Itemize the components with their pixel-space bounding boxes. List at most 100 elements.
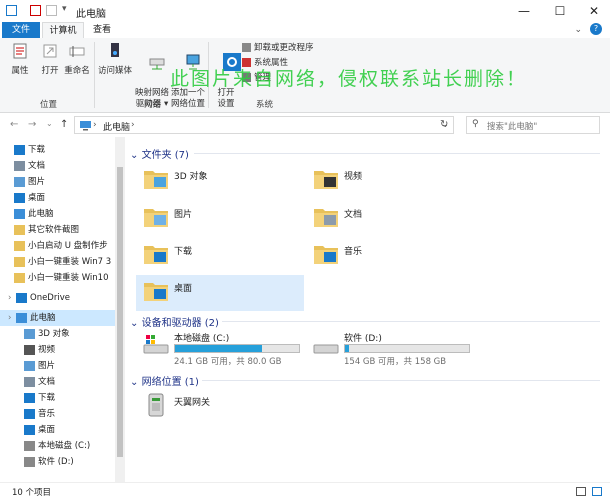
drive-usage-fill	[175, 345, 262, 352]
nav-item-label: 桌面	[38, 425, 56, 435]
section-folders[interactable]: ⌄ 文件夹 (7)	[130, 146, 189, 161]
ribbon: 属性 打开 重命名 位置 访问媒体 映射网络 驱动器 ▾ 添加一个 网络位置 网…	[0, 38, 610, 113]
nav-item[interactable]: 其它软件截图	[0, 222, 128, 238]
group-label-network: 网络	[144, 100, 162, 110]
folder-item[interactable]: 下载	[126, 238, 294, 274]
folder-icon	[14, 272, 25, 283]
expand-chevron-icon[interactable]: ›	[8, 290, 16, 306]
rename-button[interactable]: 重命名	[64, 42, 90, 77]
music-icon	[314, 246, 338, 264]
drive-size-text: 24.1 GB 可用，共 80.0 GB	[174, 357, 282, 367]
section-divider	[222, 321, 600, 322]
nav-item[interactable]: 小白启动 U 盘制作步	[0, 238, 128, 254]
tab-computer[interactable]: 计算机	[42, 22, 84, 38]
details-view-icon[interactable]	[576, 487, 586, 496]
desktop-icon	[24, 424, 35, 435]
folder-item[interactable]: 桌面	[126, 275, 294, 311]
nav-item-label: 此电脑	[28, 209, 54, 219]
3d-objects-icon	[24, 328, 35, 339]
programs-icon	[242, 43, 251, 52]
nav-item-label: 小白一键重装 Win10	[28, 273, 109, 283]
section-drives[interactable]: ⌄ 设备和驱动器 (2)	[130, 314, 219, 329]
uninstall-programs-button[interactable]: 卸载或更改程序	[242, 43, 314, 54]
folder-item[interactable]: 图片	[126, 201, 294, 237]
maximize-button[interactable]: ☐	[542, 0, 578, 22]
system-drive-icon	[143, 335, 169, 354]
nav-item[interactable]: 下载📌	[0, 142, 128, 158]
download-icon	[24, 392, 35, 403]
drive-label: 本地磁盘 (C:)	[174, 334, 230, 344]
minimize-button[interactable]: —	[506, 0, 542, 22]
expand-chevron-icon[interactable]: ›	[8, 310, 16, 326]
search-input[interactable]: ⚲ 搜索"此电脑"	[466, 116, 600, 134]
folder-item[interactable]: 音乐	[296, 238, 464, 274]
access-media-button[interactable]: 访问媒体	[98, 42, 132, 77]
music-icon	[24, 408, 35, 419]
group-label-system: 系统	[256, 100, 274, 110]
nav-item[interactable]: 小白一键重装 Win10	[0, 270, 128, 286]
nav-item[interactable]: 小白一键重装 Win7 3	[0, 254, 128, 270]
tab-view[interactable]: 查看	[88, 22, 116, 38]
nav-item-label: 图片	[28, 177, 46, 187]
nav-item[interactable]: 文档📌	[0, 158, 128, 174]
3d-objects-icon	[144, 171, 168, 189]
tab-file[interactable]: 文件	[2, 22, 40, 38]
recent-locations-button[interactable]: ⌄	[46, 119, 53, 128]
nav-scrollbar[interactable]	[115, 137, 125, 482]
large-icons-view-icon[interactable]	[592, 487, 602, 496]
drive-item[interactable]: 软件 (D:) 154 GB 可用，共 158 GB	[296, 329, 476, 367]
nav-item[interactable]: 桌面📌	[0, 190, 128, 206]
window-title: 此电脑	[76, 9, 106, 20]
nav-scrollbar-thumb[interactable]	[117, 167, 123, 457]
forward-button[interactable]: →	[28, 119, 36, 130]
quick-access-dropdown-icon[interactable]: ▾	[62, 4, 67, 14]
section-divider	[202, 380, 600, 381]
watermark-text: 此图片来自网络，侵权联系站长删除！	[170, 68, 528, 90]
drive-item[interactable]: 本地磁盘 (C:) 24.1 GB 可用，共 80.0 GB	[126, 329, 306, 367]
folder-item[interactable]: 视频	[296, 163, 464, 199]
section-network[interactable]: ⌄ 网络位置 (1)	[130, 373, 199, 388]
properties-button[interactable]: 属性	[6, 42, 34, 77]
video-icon	[24, 344, 35, 355]
search-placeholder: 搜索"此电脑"	[487, 122, 538, 132]
network-drive-icon	[149, 58, 165, 70]
folder-icon	[14, 240, 25, 251]
nav-item[interactable]: › OneDrive	[0, 290, 122, 306]
folder-item[interactable]: 文档	[296, 201, 464, 237]
nav-item-label: 其它软件截图	[28, 225, 80, 235]
nav-item-label: 视频	[38, 345, 56, 355]
nav-item[interactable]: 此电脑📌	[0, 206, 128, 222]
nav-item-label: 下载	[28, 145, 46, 155]
address-bar-row: ← → ⌄ ↑ › 此电脑 › ⌄ ↻ ⚲ 搜索"此电脑"	[0, 113, 610, 137]
nav-item-label: 音乐	[38, 409, 56, 419]
folder-label: 桌面	[174, 284, 193, 294]
open-button[interactable]: 打开	[36, 42, 64, 77]
nav-item-label: 文档	[38, 377, 56, 387]
network-location-item[interactable]: 天翼网关	[126, 389, 294, 425]
collapse-ribbon-icon[interactable]: ⌄	[574, 25, 582, 35]
drive-c-icon	[24, 440, 35, 451]
folder-label: 图片	[174, 210, 193, 220]
document-icon	[14, 160, 25, 171]
quick-access-properties-icon[interactable]	[30, 5, 41, 16]
back-button[interactable]: ←	[10, 119, 18, 130]
up-button[interactable]: ↑	[60, 119, 68, 130]
group-label-location: 位置	[40, 100, 58, 110]
breadcrumb-this-pc[interactable]: 此电脑	[103, 120, 130, 133]
help-icon[interactable]: ?	[590, 23, 602, 35]
address-field[interactable]: › 此电脑 › ⌄	[74, 116, 454, 134]
close-button[interactable]: ✕	[576, 0, 610, 22]
nav-item[interactable]: › 此电脑	[0, 310, 122, 326]
refresh-button[interactable]: ↻	[440, 119, 448, 130]
window-icon	[6, 5, 17, 16]
quick-access-new-folder-icon[interactable]	[46, 5, 57, 16]
search-icon: ⚲	[472, 119, 479, 129]
nav-item[interactable]: 图片📌	[0, 174, 128, 190]
breadcrumb-separator: ›	[131, 120, 135, 130]
status-bar: 10 个项目	[0, 482, 610, 501]
folder-label: 3D 对象	[174, 172, 208, 182]
media-server-icon	[111, 43, 119, 57]
folder-item[interactable]: 3D 对象	[126, 163, 294, 199]
folder-label: 文档	[344, 210, 363, 220]
network-gateway-icon	[148, 393, 164, 417]
